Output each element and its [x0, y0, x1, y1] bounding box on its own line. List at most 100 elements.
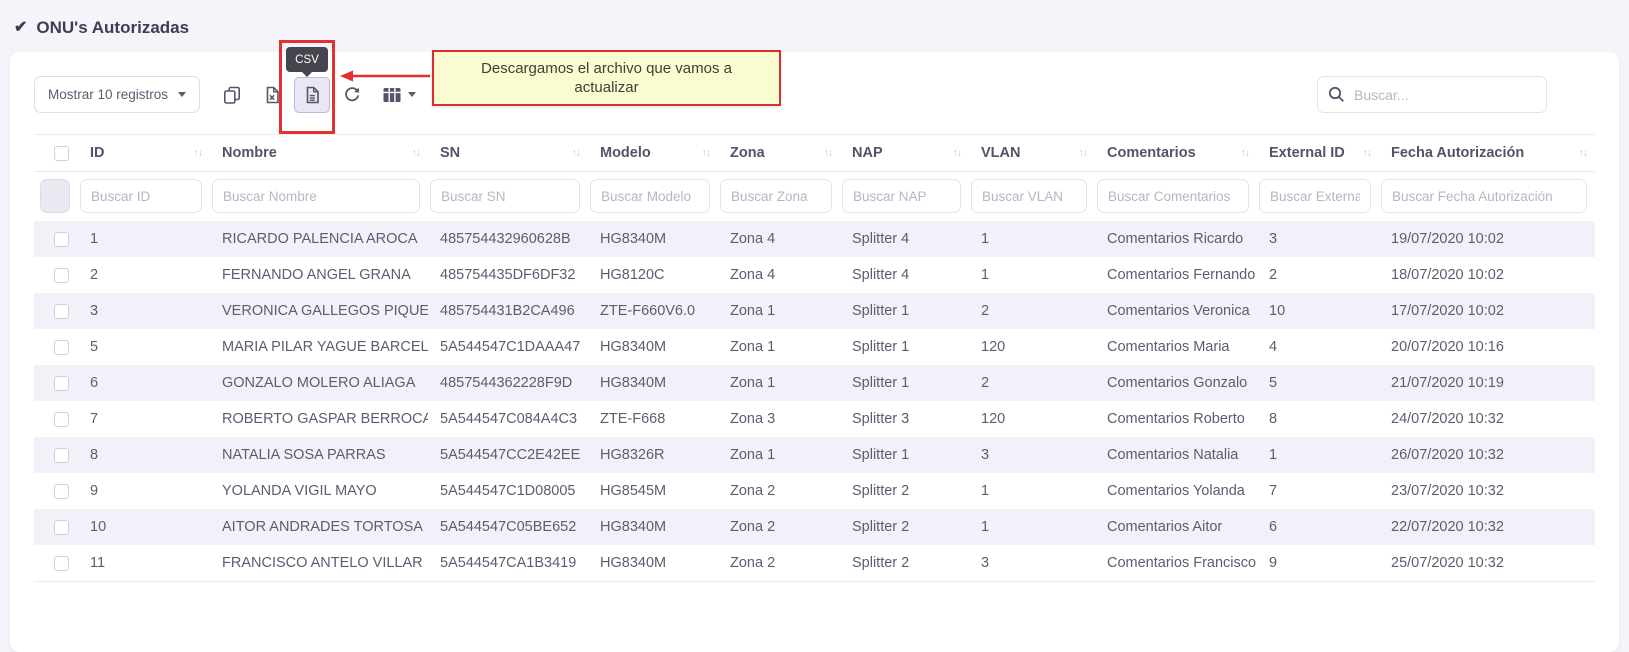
cell-fecha-autorizacion: 26/07/2020 10:32	[1379, 437, 1595, 473]
cell-zona: Zona 2	[718, 473, 840, 509]
column-header-nombre[interactable]: Nombre↑↓	[210, 135, 428, 172]
csv-file-icon	[303, 86, 321, 104]
row-checkbox[interactable]	[54, 268, 69, 283]
cell-zona: Zona 2	[718, 509, 840, 545]
row-checkbox[interactable]	[54, 448, 69, 463]
filter-input-nap[interactable]	[842, 179, 961, 213]
reload-button[interactable]	[334, 77, 370, 113]
search-icon	[1328, 86, 1345, 103]
cell-id: 2	[78, 257, 210, 293]
cell-external-id: 2	[1257, 257, 1379, 293]
cell-zona: Zona 1	[718, 365, 840, 401]
show-entries-dropdown[interactable]: Mostrar 10 registros	[34, 76, 200, 113]
cell-id: 11	[78, 545, 210, 582]
column-header-sn[interactable]: SN↑↓	[428, 135, 588, 172]
row-checkbox[interactable]	[54, 304, 69, 319]
column-label: VLAN	[981, 145, 1020, 161]
filter-input-external-id[interactable]	[1259, 179, 1371, 213]
filter-input-comentarios[interactable]	[1097, 179, 1249, 213]
page-title: ✔ ONU's Autorizadas	[0, 0, 1629, 52]
check-icon: ✔	[14, 20, 27, 36]
cell-vlan: 1	[969, 509, 1095, 545]
row-checkbox[interactable]	[54, 520, 69, 535]
column-visibility-button[interactable]	[374, 77, 424, 113]
cell-nombre: YOLANDA VIGIL MAYO	[210, 473, 428, 509]
row-checkbox[interactable]	[54, 556, 69, 571]
sort-icon: ↑↓	[1363, 147, 1372, 159]
filter-row	[34, 172, 1595, 222]
row-checkbox[interactable]	[54, 232, 69, 247]
filter-input-id[interactable]	[80, 179, 202, 213]
csv-export-button[interactable]	[294, 77, 330, 113]
filter-input-nombre[interactable]	[212, 179, 420, 213]
cell-fecha-autorizacion: 18/07/2020 10:02	[1379, 257, 1595, 293]
cell-vlan: 120	[969, 401, 1095, 437]
cell-vlan: 2	[969, 293, 1095, 329]
filter-input-zona[interactable]	[720, 179, 832, 213]
row-checkbox[interactable]	[54, 340, 69, 355]
cell-external-id: 5	[1257, 365, 1379, 401]
select-all-checkbox[interactable]	[54, 146, 69, 161]
filter-input-sn[interactable]	[430, 179, 580, 213]
column-header-nap[interactable]: NAP↑↓	[840, 135, 969, 172]
cell-external-id: 6	[1257, 509, 1379, 545]
cell-sn: 5A544547C1D08005	[428, 473, 588, 509]
cell-comentarios: Comentarios Natalia	[1095, 437, 1257, 473]
filter-input-vlan[interactable]	[971, 179, 1087, 213]
cell-fecha-autorizacion: 23/07/2020 10:32	[1379, 473, 1595, 509]
cell-modelo: ZTE-F668	[588, 401, 718, 437]
cell-id: 10	[78, 509, 210, 545]
column-header-fecha-autorizacion[interactable]: Fecha Autorización↑↓	[1379, 135, 1595, 172]
cell-nap: Splitter 1	[840, 329, 969, 365]
reload-icon	[343, 86, 361, 104]
row-checkbox[interactable]	[54, 484, 69, 499]
cell-sn: 485754431B2CA496	[428, 293, 588, 329]
header-row: ID↑↓ Nombre↑↓ SN↑↓ Modelo↑↓ Zona↑↓ NAP↑↓…	[34, 135, 1595, 172]
filter-input-modelo[interactable]	[590, 179, 710, 213]
cell-nap: Splitter 2	[840, 545, 969, 582]
cell-comentarios: Comentarios Veronica	[1095, 293, 1257, 329]
sort-icon: ↑↓	[702, 147, 711, 159]
column-header-modelo[interactable]: Modelo↑↓	[588, 135, 718, 172]
column-label: Comentarios	[1107, 145, 1196, 161]
column-header-id[interactable]: ID↑↓	[78, 135, 210, 172]
cell-modelo: HG8545M	[588, 473, 718, 509]
cell-id: 6	[78, 365, 210, 401]
cell-zona: Zona 4	[718, 221, 840, 257]
column-header-external-id[interactable]: External ID↑↓	[1257, 135, 1379, 172]
table-body: 1 RICARDO PALENCIA AROCA 485754432960628…	[34, 221, 1595, 582]
column-label: ID	[90, 145, 105, 161]
column-header-zona[interactable]: Zona↑↓	[718, 135, 840, 172]
cell-comentarios: Comentarios Aitor	[1095, 509, 1257, 545]
row-checkbox[interactable]	[54, 412, 69, 427]
filter-input-fecha-autorizacion[interactable]	[1381, 179, 1587, 213]
cell-modelo: HG8120C	[588, 257, 718, 293]
column-header-vlan[interactable]: VLAN↑↓	[969, 135, 1095, 172]
sort-icon: ↑↓	[1241, 147, 1250, 159]
cell-external-id: 3	[1257, 221, 1379, 257]
select-all-header	[34, 135, 78, 172]
cell-external-id: 10	[1257, 293, 1379, 329]
cell-nombre: RICARDO PALENCIA AROCA	[210, 221, 428, 257]
sort-icon: ↑↓	[824, 147, 833, 159]
cell-nombre: NATALIA SOSA PARRAS	[210, 437, 428, 473]
table-row: 10 AITOR ANDRADES TORTOSA 5A544547C05BE6…	[34, 509, 1595, 545]
cell-comentarios: Comentarios Francisco	[1095, 545, 1257, 582]
table-row: 7 ROBERTO GASPAR BERROCAL 5A544547C084A4…	[34, 401, 1595, 437]
excel-file-icon	[263, 86, 281, 104]
cell-external-id: 9	[1257, 545, 1379, 582]
cell-comentarios: Comentarios Maria	[1095, 329, 1257, 365]
cell-nombre: VERONICA GALLEGOS PIQUER	[210, 293, 428, 329]
row-checkbox[interactable]	[54, 376, 69, 391]
excel-export-button[interactable]	[254, 77, 290, 113]
column-header-comentarios[interactable]: Comentarios ↑↓	[1095, 135, 1257, 172]
copy-button[interactable]	[214, 77, 250, 113]
checkbox-filter-placeholder	[40, 179, 70, 213]
cell-nap: Splitter 1	[840, 437, 969, 473]
cell-id: 1	[78, 221, 210, 257]
cell-zona: Zona 2	[718, 545, 840, 582]
cell-comentarios: Comentarios Gonzalo	[1095, 365, 1257, 401]
cell-comentarios: Comentarios Ricardo	[1095, 221, 1257, 257]
table-row: 9 YOLANDA VIGIL MAYO 5A544547C1D08005 HG…	[34, 473, 1595, 509]
search-input[interactable]	[1317, 76, 1547, 113]
